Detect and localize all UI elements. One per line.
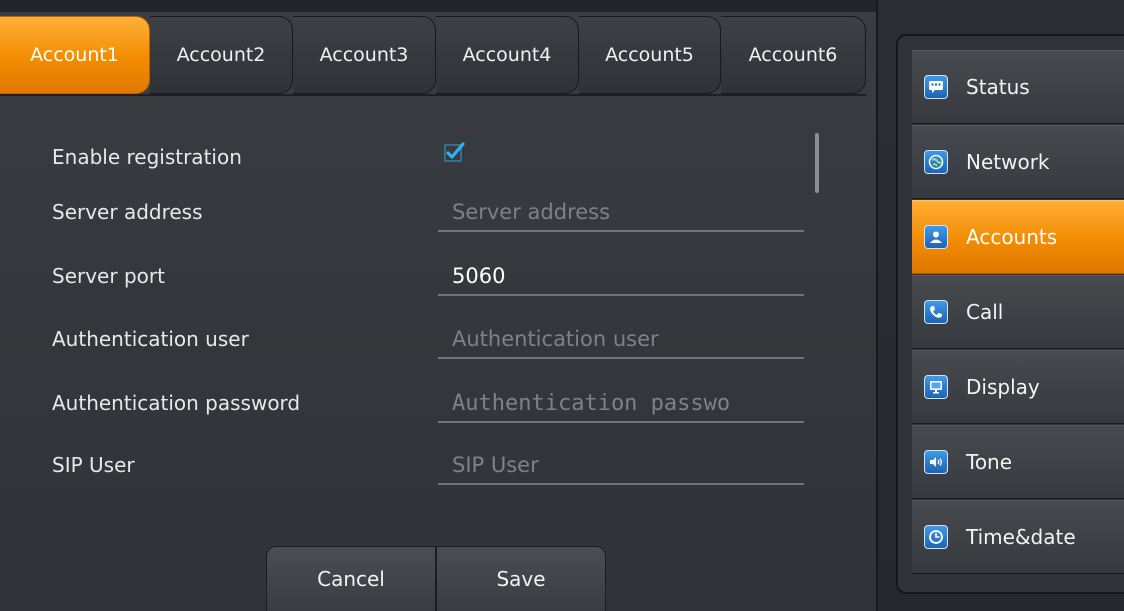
tab-label: Account3 [319, 44, 409, 66]
tab-account2[interactable]: Account2 [150, 16, 293, 94]
status-icon [924, 75, 948, 99]
authentication-user-input[interactable]: Authentication user [438, 319, 804, 359]
row-authentication-password: Authentication password Authentication p… [0, 383, 810, 423]
nav-label: Status [966, 75, 1030, 99]
checkmark-icon [444, 142, 465, 162]
authentication-password-input[interactable]: Authentication passwo [438, 383, 804, 423]
account-tabbar: Account1 Account2 Account3 Account4 Acco… [0, 16, 866, 94]
row-authentication-user: Authentication user Authentication user [0, 319, 810, 359]
display-icon [924, 375, 948, 399]
tab-account5[interactable]: Account5 [579, 16, 721, 94]
tab-label: Account1 [30, 44, 119, 66]
nav-item-time-date[interactable]: Time&date [912, 500, 1124, 574]
top-strip [0, 0, 878, 12]
row-enable-registration: Enable registration [0, 137, 810, 177]
scrollbar-thumb[interactable] [815, 133, 819, 193]
authentication-password-label: Authentication password [52, 391, 301, 415]
tab-divider [0, 94, 866, 96]
row-sip-user: SIP User SIP User [0, 445, 810, 485]
tone-icon [924, 450, 948, 474]
tab-account1[interactable]: Account1 [0, 16, 150, 94]
network-icon [924, 150, 948, 174]
nav-item-tone[interactable]: Tone [912, 425, 1124, 499]
cancel-button-label: Cancel [317, 567, 385, 591]
account-settings-panel: Account1 Account2 Account3 Account4 Acco… [0, 0, 878, 611]
server-address-input[interactable]: Server address [438, 192, 804, 232]
nav-label: Tone [966, 450, 1013, 474]
save-button[interactable]: Save [436, 546, 606, 611]
settings-nav: Status Network Accounts Call Display Ton… [896, 34, 1124, 594]
sip-user-label: SIP User [52, 453, 135, 477]
server-port-value: 5060 [452, 264, 506, 288]
tab-account3[interactable]: Account3 [293, 16, 436, 94]
save-button-label: Save [496, 567, 546, 591]
server-address-label: Server address [52, 200, 203, 224]
nav-item-network[interactable]: Network [912, 125, 1124, 199]
authentication-user-label: Authentication user [52, 327, 249, 351]
sip-user-placeholder: SIP User [452, 453, 539, 477]
enable-registration-checkbox[interactable] [444, 141, 466, 163]
tab-label: Account5 [605, 44, 694, 66]
sip-user-input[interactable]: SIP User [438, 445, 804, 485]
authentication-user-placeholder: Authentication user [452, 327, 659, 351]
nav-label: Time&date [966, 525, 1076, 549]
enable-registration-label: Enable registration [52, 145, 242, 169]
server-port-label: Server port [52, 264, 165, 288]
call-icon [924, 300, 948, 324]
nav-item-display[interactable]: Display [912, 350, 1124, 424]
tab-account4[interactable]: Account4 [436, 16, 579, 94]
nav-label: Network [966, 150, 1050, 174]
cancel-button[interactable]: Cancel [266, 546, 436, 611]
tab-label: Account6 [748, 44, 838, 66]
nav-item-accounts[interactable]: Accounts [912, 200, 1124, 274]
server-port-input[interactable]: 5060 [438, 256, 804, 296]
server-address-placeholder: Server address [452, 200, 611, 224]
accounts-icon [924, 225, 948, 249]
nav-label: Display [966, 375, 1040, 399]
row-server-port: Server port 5060 [0, 256, 810, 296]
nav-label: Accounts [966, 225, 1058, 249]
authentication-password-placeholder: Authentication passwo [452, 391, 731, 416]
time-date-icon [924, 525, 948, 549]
row-server-address: Server address Server address [0, 192, 810, 232]
tab-label: Account2 [176, 44, 266, 66]
nav-item-call[interactable]: Call [912, 275, 1124, 349]
tab-label: Account4 [462, 44, 552, 66]
nav-label: Call [966, 300, 1004, 324]
nav-item-status[interactable]: Status [912, 50, 1124, 124]
tab-account6[interactable]: Account6 [721, 16, 866, 94]
